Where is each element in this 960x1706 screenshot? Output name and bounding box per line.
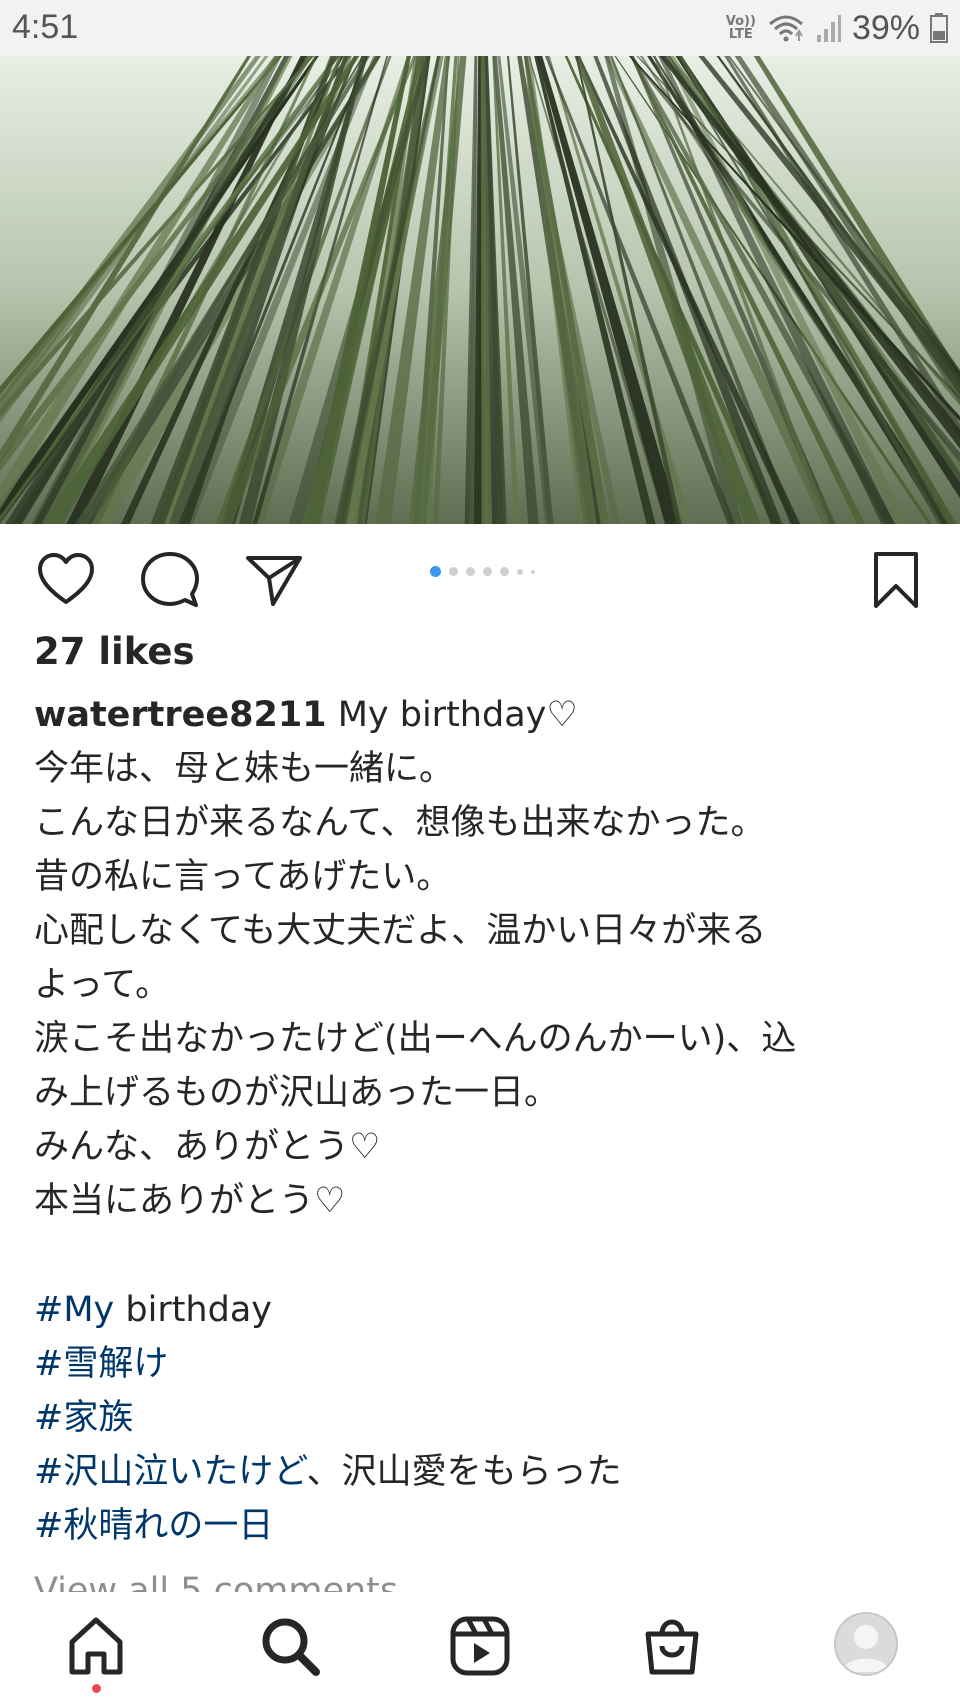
hashtag-list: #My birthday #雪解け #家族 #沢山泣いたけど、沢山愛をもらった … bbox=[34, 1283, 622, 1553]
carousel-indicator bbox=[430, 566, 535, 577]
notification-dot bbox=[92, 1684, 101, 1693]
battery-icon bbox=[930, 13, 948, 43]
status-time: 4:51 bbox=[12, 8, 79, 46]
caption-first-line: watertree8211 My birthday♡ bbox=[34, 688, 934, 742]
comment-icon[interactable] bbox=[140, 550, 200, 610]
avatar[interactable] bbox=[834, 1612, 898, 1676]
heart-icon[interactable] bbox=[36, 550, 96, 610]
caption-line: よって。 bbox=[34, 965, 171, 1005]
volte-icon: Vo)) LTE bbox=[726, 15, 756, 41]
hashtag-link[interactable]: #My bbox=[34, 1290, 114, 1330]
search-icon[interactable] bbox=[258, 1614, 322, 1678]
caption-line: 今年は、母と妹も一緒に。 bbox=[34, 749, 455, 789]
reels-icon[interactable] bbox=[448, 1614, 512, 1678]
hashtag-line: #沢山泣いたけど、沢山愛をもらった bbox=[34, 1445, 622, 1499]
caption-text: My birthday♡ bbox=[337, 695, 578, 735]
battery-percent: 39% bbox=[851, 8, 920, 47]
status-bar: 4:51 Vo)) LTE 39% bbox=[0, 0, 960, 57]
hashtag-line: #秋晴れの一日 bbox=[34, 1499, 622, 1553]
caption-line: こんな日が来るなんて、想像も出来なかった。 bbox=[34, 803, 766, 843]
hashtag-link[interactable]: #沢山泣いたけど bbox=[34, 1452, 307, 1492]
caption-line: み上げるものが沢山あった一日。 bbox=[34, 1073, 560, 1113]
send-icon[interactable] bbox=[244, 550, 304, 610]
bottom-nav bbox=[0, 1592, 960, 1706]
home-icon[interactable] bbox=[64, 1614, 128, 1678]
hashtag-link[interactable]: #家族 bbox=[34, 1398, 133, 1438]
hashtag-line: #雪解け bbox=[34, 1337, 622, 1391]
view-all-comments-link[interactable]: View all 5 comments bbox=[34, 1570, 398, 1592]
bamboo-forest-image bbox=[0, 56, 960, 524]
bookmark-icon[interactable] bbox=[866, 550, 926, 610]
shop-bag-icon[interactable] bbox=[640, 1614, 704, 1678]
caption-line: 涙こそ出なかったけど(出ーへんのんかーい)、込 bbox=[34, 1019, 797, 1059]
post-caption: watertree8211 My birthday♡ 今年は、母と妹も一緒に。 … bbox=[34, 688, 934, 1228]
hashtag-line: #My birthday bbox=[34, 1283, 622, 1337]
post-action-bar bbox=[0, 524, 960, 632]
hashtag-link[interactable]: #秋晴れの一日 bbox=[34, 1506, 273, 1546]
view-comments-label: View all 5 comments bbox=[34, 1571, 399, 1592]
carousel-dot bbox=[517, 568, 523, 575]
caption-line: 心配しなくても大丈夫だよ、温かい日々が来る bbox=[34, 911, 767, 951]
caption-line: 本当にありがとう♡ bbox=[34, 1181, 346, 1221]
likes-count[interactable]: 27 likes bbox=[34, 630, 194, 673]
profile-silhouette-icon bbox=[842, 1625, 890, 1672]
signal-icon bbox=[816, 15, 841, 42]
carousel-dot bbox=[449, 567, 458, 576]
status-icons: Vo)) LTE 39% bbox=[726, 6, 948, 50]
carousel-dot bbox=[500, 567, 509, 576]
volte-label-bottom: LTE bbox=[728, 27, 753, 42]
carousel-dot bbox=[466, 567, 475, 576]
hashtag-suffix: birthday bbox=[114, 1290, 272, 1330]
hashtag-suffix: 、沢山愛をもらった bbox=[306, 1452, 622, 1492]
caption-line: みんな、ありがとう♡ bbox=[34, 1127, 381, 1167]
hashtag-link[interactable]: #雪解け bbox=[34, 1344, 168, 1384]
carousel-dot bbox=[430, 566, 441, 577]
carousel-dot bbox=[483, 567, 492, 576]
username-link[interactable]: watertree8211 bbox=[34, 695, 327, 735]
caption-line: 昔の私に言ってあげたい。 bbox=[34, 857, 452, 897]
hashtag-line: #家族 bbox=[34, 1391, 622, 1445]
post-photo[interactable] bbox=[0, 56, 960, 524]
wifi-icon bbox=[768, 15, 803, 42]
carousel-dot bbox=[531, 569, 535, 574]
